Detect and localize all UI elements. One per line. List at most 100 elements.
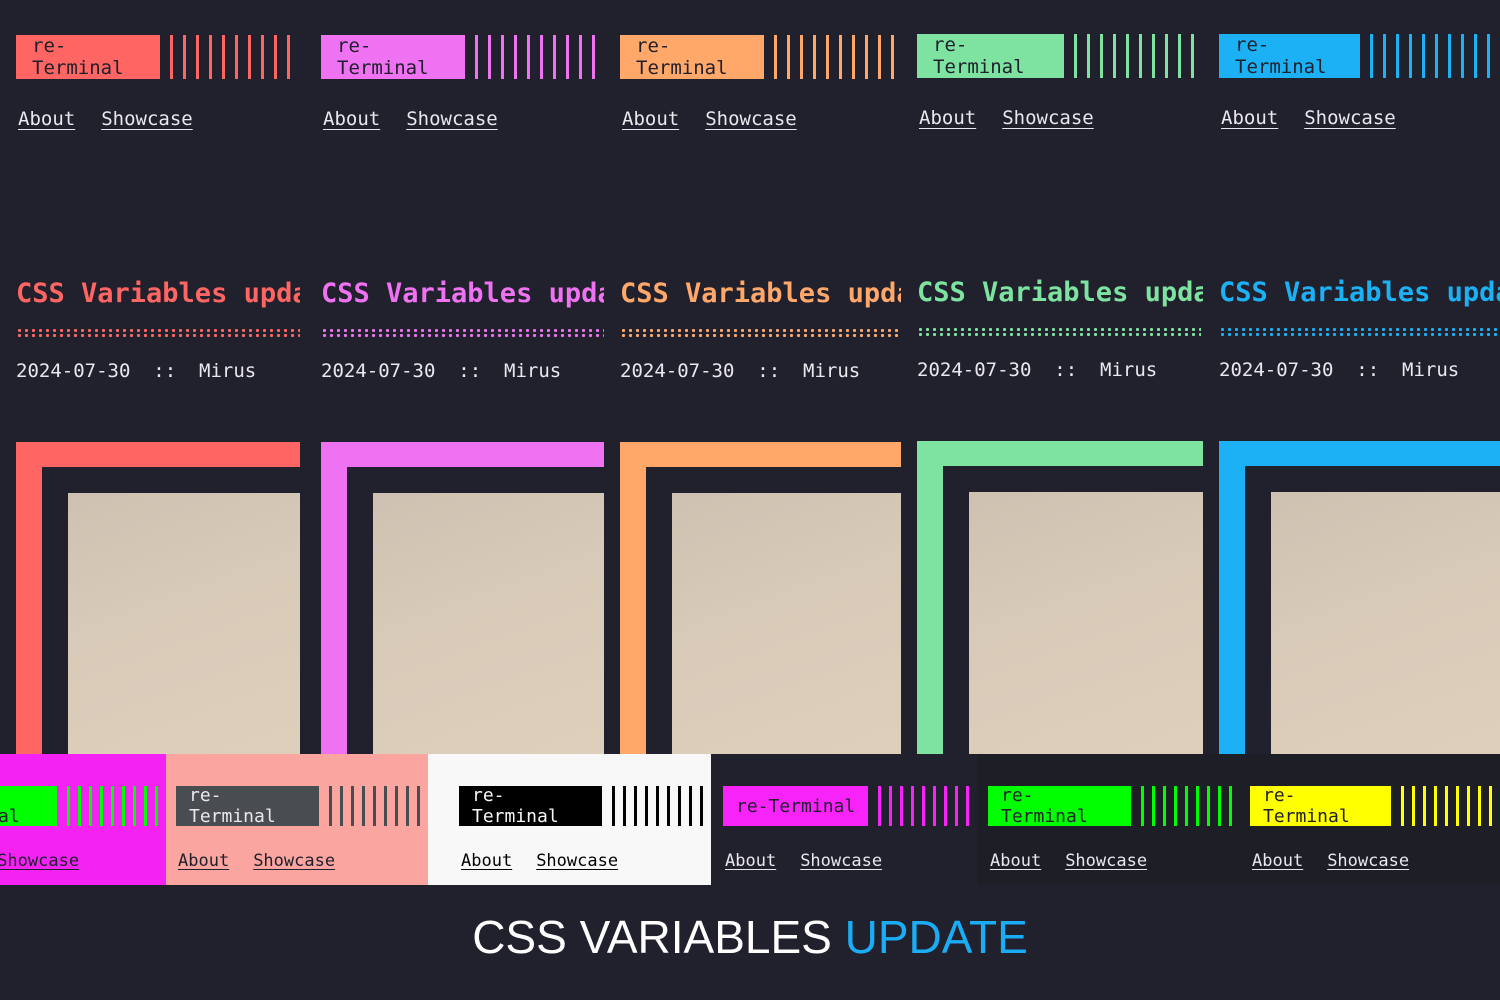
- stripe: [656, 786, 659, 826]
- stripe: [196, 35, 199, 79]
- nav-menu: About Showcase: [461, 851, 618, 871]
- stripe: [852, 35, 855, 79]
- nav-link-about[interactable]: About: [919, 107, 976, 129]
- nav-link-showcase[interactable]: Showcase: [1065, 851, 1147, 871]
- nav-link-about[interactable]: About: [1252, 851, 1303, 871]
- theme-column: re-Terminal About Showcase CSS Variables up…: [901, 0, 1204, 754]
- stripe: [1370, 34, 1373, 78]
- header-logo-row: re-Terminal: [723, 786, 977, 826]
- logo-button[interactable]: re-Terminal: [620, 35, 764, 79]
- nav-link-showcase[interactable]: Showcase: [1304, 107, 1396, 129]
- post-title[interactable]: CSS Variables update: [16, 278, 300, 309]
- stripe: [667, 786, 670, 826]
- logo-button[interactable]: re-Terminal: [988, 785, 1131, 827]
- stripe: [889, 786, 893, 826]
- post-title[interactable]: CSS Variables update: [321, 278, 605, 309]
- nav-link-about[interactable]: About: [18, 108, 75, 130]
- stripe: [1141, 786, 1144, 826]
- stripe: [89, 786, 92, 826]
- stripe: [891, 35, 894, 79]
- theme-column: re-Terminal About Showcase CSS Variables up…: [0, 0, 300, 755]
- logo-button[interactable]: re-Terminal: [1250, 785, 1391, 827]
- theme-strip: re-TerminalAboutShowcase: [0, 754, 166, 885]
- image-frame-top: [321, 442, 605, 467]
- stripe: [1229, 786, 1232, 826]
- stripe: [878, 35, 881, 79]
- stripe: [612, 786, 615, 826]
- stripe: [1196, 786, 1199, 826]
- header-logo-row: re-Terminal: [321, 35, 605, 79]
- nav-link-about[interactable]: About: [323, 108, 380, 130]
- nav-link-showcase[interactable]: Showcase: [0, 851, 79, 871]
- stripe: [1174, 786, 1177, 826]
- logo-stripes: [1141, 786, 1240, 826]
- logo-stripes: [612, 786, 711, 826]
- logo-button[interactable]: re-Terminal: [16, 35, 160, 79]
- nav-link-about[interactable]: About: [1221, 107, 1278, 129]
- stripe: [689, 786, 692, 826]
- post-title[interactable]: CSS Variables update: [917, 277, 1204, 308]
- image-frame-left: [917, 441, 943, 754]
- logo-button[interactable]: re-Terminal: [0, 786, 57, 827]
- nav-link-about[interactable]: About: [990, 851, 1041, 871]
- nav-link-showcase[interactable]: Showcase: [406, 108, 498, 130]
- post-cover-image: [1271, 492, 1500, 754]
- theme-strip: re-Terminal About Showcase: [711, 754, 978, 885]
- stripe: [540, 35, 543, 79]
- stripe: [1074, 34, 1077, 78]
- title-underline: [620, 328, 904, 338]
- nav-menu: About Showcase: [919, 107, 1094, 129]
- stripe: [922, 786, 926, 826]
- stripe: [1456, 786, 1459, 826]
- nav-link-showcase[interactable]: Showcase: [705, 108, 797, 130]
- header-logo-row: re-Terminal: [917, 34, 1204, 78]
- stripe: [592, 35, 595, 79]
- nav-link-showcase[interactable]: Showcase: [536, 851, 618, 871]
- stripe: [183, 35, 186, 79]
- logo-button[interactable]: re-Terminal: [723, 786, 869, 826]
- stripe: [1191, 34, 1194, 78]
- stripe: [1461, 34, 1464, 78]
- stripe: [395, 786, 398, 826]
- nav-menu: About Showcase: [622, 108, 797, 130]
- logo-stripes: [1074, 34, 1204, 78]
- stripe: [287, 35, 290, 79]
- nav-link-showcase[interactable]: Showcase: [1002, 107, 1094, 129]
- nav-link-about[interactable]: About: [622, 108, 679, 130]
- nav-link-showcase[interactable]: Showcase: [253, 851, 335, 871]
- nav-link-about[interactable]: About: [178, 851, 229, 871]
- post-meta: 2024-07-30 :: Mirus: [1219, 359, 1460, 381]
- stripe: [826, 35, 829, 79]
- nav-link-showcase[interactable]: Showcase: [101, 108, 193, 130]
- stripe: [384, 786, 387, 826]
- post-title[interactable]: CSS Variables update: [1219, 277, 1500, 308]
- logo-button[interactable]: re-Terminal: [1219, 34, 1360, 78]
- stripe: [1423, 786, 1426, 826]
- stripe: [406, 786, 409, 826]
- stripe: [1467, 786, 1470, 826]
- logo-button[interactable]: re-Terminal: [459, 785, 602, 827]
- stripe: [329, 786, 332, 826]
- nav-link-about[interactable]: About: [725, 851, 776, 871]
- title-underline: [1219, 327, 1500, 337]
- stripe: [417, 786, 420, 826]
- theme-strip: re-Terminal About Showcase: [1240, 754, 1500, 885]
- stripe: [1478, 786, 1481, 826]
- logo-button[interactable]: re-Terminal: [321, 35, 465, 79]
- nav-link-showcase[interactable]: Showcase: [1327, 851, 1409, 871]
- nav-link-showcase[interactable]: Showcase: [800, 851, 882, 871]
- stripe: [155, 786, 158, 826]
- logo-stripes: [329, 786, 428, 826]
- stripe: [222, 35, 225, 79]
- logo-button[interactable]: re-Terminal: [176, 785, 319, 827]
- stripe: [362, 786, 365, 826]
- stripe: [579, 35, 582, 79]
- image-frame-top: [620, 442, 904, 467]
- stripe: [1383, 34, 1386, 78]
- post-title[interactable]: CSS Variables update: [620, 278, 904, 309]
- nav-link-about[interactable]: About: [461, 851, 512, 871]
- stripe: [1448, 34, 1451, 78]
- stripe: [1113, 34, 1116, 78]
- post-meta: 2024-07-30 :: Mirus: [917, 359, 1158, 381]
- logo-button[interactable]: re-Terminal: [917, 34, 1064, 78]
